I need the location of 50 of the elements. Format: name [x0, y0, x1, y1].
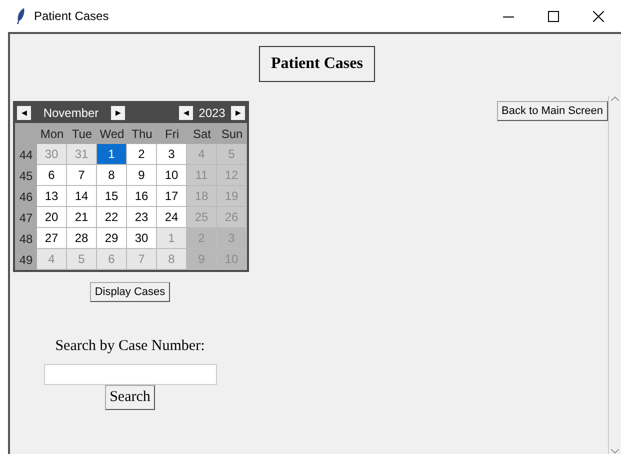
year-label: 2023	[198, 106, 226, 120]
calendar-day[interactable]: 10	[157, 165, 187, 186]
feather-icon	[16, 8, 26, 24]
calendar-day[interactable]: 1	[97, 144, 127, 165]
calendar-day[interactable]: 28	[67, 228, 97, 249]
weekday-label: Fri	[164, 126, 180, 142]
back-button[interactable]: Back to Main Screen	[496, 101, 608, 121]
calendar-day[interactable]: 23	[127, 207, 157, 228]
weekday-label: Sun	[220, 126, 244, 142]
calendar-day[interactable]: 21	[67, 207, 97, 228]
calendar-day[interactable]: 3	[157, 144, 187, 165]
week-number: 45	[18, 168, 34, 184]
maximize-icon	[548, 10, 559, 22]
page-heading: Patient Cases	[259, 46, 375, 82]
week-number: 48	[18, 230, 34, 248]
case-number-field[interactable]	[44, 364, 216, 385]
calendar-day[interactable]: 14	[67, 186, 97, 207]
month-label: November	[42, 106, 100, 120]
calendar-day[interactable]: 30	[127, 228, 157, 249]
scrollbar[interactable]	[608, 96, 621, 454]
weekday-label: Wed	[98, 126, 126, 142]
display-cases-button[interactable]: Display Cases	[90, 282, 170, 302]
calendar-day[interactable]: 7	[67, 165, 97, 186]
calendar-day[interactable]: 13	[37, 186, 67, 207]
week-number: 47	[18, 210, 34, 226]
calendar-day[interactable]: 29	[97, 228, 127, 249]
weekday-label: Tue	[70, 126, 94, 142]
calendar-day[interactable]: 22	[97, 207, 127, 228]
calendar-day[interactable]: 24	[157, 207, 187, 228]
weekday-label: Mon	[39, 126, 65, 142]
calendar-day[interactable]: 6	[37, 165, 67, 186]
search-label: Search by Case Number:	[55, 338, 205, 355]
calendar-day[interactable]: 9	[127, 165, 157, 186]
weekday-label: Sat	[192, 126, 212, 142]
scroll-up-icon[interactable]	[611, 96, 619, 101]
calendar-day[interactable]: 20	[37, 207, 67, 228]
scroll-down-icon[interactable]	[611, 449, 619, 454]
weekday-label: Thu	[130, 126, 154, 142]
week-number: 49	[18, 252, 34, 268]
close-icon	[593, 10, 604, 22]
week-number: 46	[18, 188, 34, 206]
calendar-day[interactable]: 27	[37, 228, 67, 249]
calendar-day[interactable]: 15	[97, 186, 127, 207]
calendar-day[interactable]: 17	[157, 186, 187, 207]
week-number: 44	[18, 146, 34, 164]
calendar-day[interactable]: 16	[127, 186, 157, 207]
calendar-day[interactable]: 2	[127, 144, 157, 165]
search-button[interactable]: Search	[104, 385, 156, 410]
calendar-day[interactable]: 8	[97, 165, 127, 186]
window-title: Patient Cases	[34, 9, 109, 23]
